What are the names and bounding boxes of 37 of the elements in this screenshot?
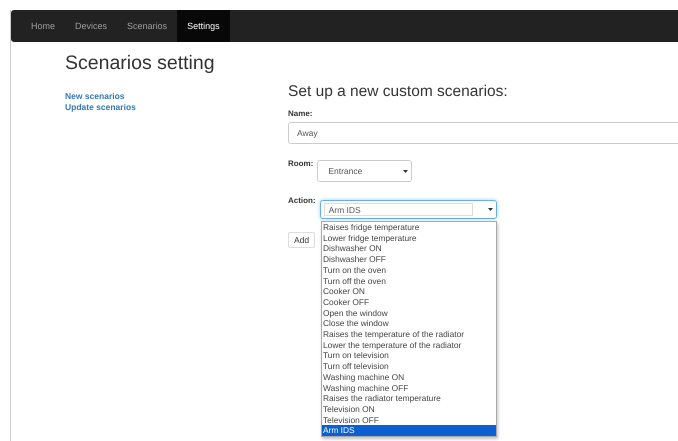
dropdown-option[interactable]: Turn off the oven: [322, 276, 496, 286]
name-field[interactable]: Away: [288, 122, 678, 144]
dropdown-option[interactable]: Cooker ON: [322, 286, 496, 297]
dropdown-option[interactable]: Television ON: [322, 404, 496, 415]
dropdown-option[interactable]: Raises the radiator temperature: [322, 393, 496, 404]
dropdown-option[interactable]: Lower fridge temperature: [322, 232, 496, 244]
dropdown-option[interactable]: Washing machine ON: [322, 372, 496, 383]
sidebar-link[interactable]: New scenarios: [65, 91, 125, 102]
add-button[interactable]: Add: [288, 232, 316, 248]
dropdown-option[interactable]: Television OFF: [322, 414, 496, 426]
page-title: Scenarios setting: [65, 52, 216, 75]
nav-tab[interactable]: Home: [21, 10, 66, 42]
nav-tab[interactable]: Scenarios: [117, 10, 178, 42]
caret-icon: [488, 207, 493, 212]
room-select[interactable]: Entrance: [317, 160, 412, 182]
dropdown-option[interactable]: Dishwasher OFF: [322, 254, 496, 265]
dropdown-option[interactable]: Cooker OFF: [322, 296, 496, 308]
dropdown-option[interactable]: Turn on television: [322, 350, 496, 362]
dropdown-option[interactable]: Dishwasher ON: [322, 243, 496, 254]
dropdown-option[interactable]: Close the window: [322, 318, 496, 330]
dropdown-option[interactable]: Arm IDS: [322, 425, 496, 436]
dropdown-option[interactable]: Open the window: [322, 308, 496, 318]
dropdown-option[interactable]: Lower the temperature of the radiator: [322, 340, 496, 350]
dropdown-option[interactable]: Turn on the oven: [322, 264, 496, 276]
sidebar-link[interactable]: Update scenarios: [65, 102, 136, 112]
nav-tab[interactable]: Settings: [177, 10, 230, 42]
field-label: Name:: [288, 109, 314, 118]
action-select[interactable]: Arm IDS: [320, 200, 497, 219]
dropdown-option[interactable]: Washing machine OFF: [322, 382, 496, 394]
caret-icon: [403, 168, 408, 174]
dropdown-option[interactable]: Raises fridge temperature: [322, 222, 496, 233]
dropdown-option[interactable]: Raises the temperature of the radiator: [322, 329, 496, 340]
dropdown-option[interactable]: Turn off television: [322, 361, 496, 372]
field-label: Room:: [288, 158, 314, 168]
form-title: Set up a new custom scenarios:: [288, 83, 509, 101]
field-label: Action:: [288, 196, 316, 205]
nav-tab[interactable]: Devices: [65, 10, 118, 42]
